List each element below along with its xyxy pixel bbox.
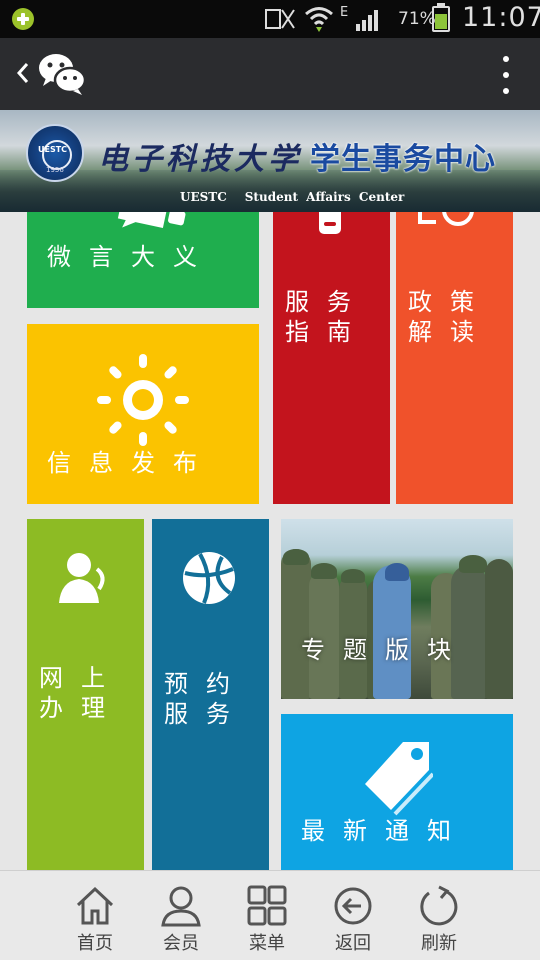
tile-label-line2: 解读: [408, 318, 492, 346]
bottom-nav: 首页 会员 菜单 返回 刷新: [0, 870, 540, 960]
tile-zhengce-jiedu[interactable]: 政策 解读: [396, 212, 513, 504]
signal-icon: [356, 10, 379, 31]
tile-yuyue-fuwu[interactable]: 预约 服务: [152, 519, 269, 871]
speech-bubble-icon: [117, 212, 186, 228]
tile-label: 最新通知: [301, 817, 469, 845]
tile-label-line2: 办理: [39, 694, 123, 722]
grid-menu-icon: [247, 885, 287, 926]
nav-label: 返回: [335, 933, 371, 954]
nav-refresh[interactable]: 刷新: [404, 871, 474, 960]
tile-label-line2: 指南: [285, 318, 369, 346]
more-vertical-icon[interactable]: [502, 56, 510, 94]
status-icons: E: [264, 4, 384, 34]
nav-label: 菜单: [249, 933, 285, 954]
uestc-banner: UESTC 1956 电子科技大学 学生事务中心 UESTC Student Af…: [0, 110, 540, 212]
tile-label: 微言大义: [47, 243, 215, 271]
nav-label: 首页: [77, 933, 113, 954]
nav-label: 会员: [163, 933, 199, 954]
tile-label: 信息发布: [47, 449, 215, 477]
basketball-icon: [183, 552, 235, 604]
user-icon: [161, 886, 201, 927]
university-name: 电子科技大学: [98, 142, 302, 177]
tile-xinxi-fabu[interactable]: 信息发布: [27, 324, 259, 504]
sun-icon: [97, 354, 189, 446]
tile-label-line1: 政策: [408, 288, 492, 316]
wifi-icon: [305, 7, 333, 32]
tile-label-line1: 网上: [39, 664, 123, 692]
network-type: E: [340, 4, 349, 20]
refresh-icon: [420, 885, 458, 926]
nav-home[interactable]: 首页: [60, 871, 130, 960]
nav-member[interactable]: 会员: [146, 871, 216, 960]
no-sim-icon: [265, 9, 295, 29]
tile-label-line2: 服务: [164, 700, 248, 728]
tile-label: 专题版块: [301, 636, 469, 664]
back-chevron-icon[interactable]: [12, 58, 34, 88]
document-icon: [319, 212, 341, 234]
tile-weiyan-dayi[interactable]: 微言大义: [27, 212, 259, 308]
contact-phone-icon: [59, 553, 105, 603]
tile-label-line1: 预约: [164, 670, 248, 698]
nav-label: 刷新: [421, 933, 457, 954]
tile-wangshang-banli[interactable]: 网上 办理: [27, 519, 144, 871]
tile-label-line1: 服务: [285, 288, 369, 316]
wechat-logo-icon[interactable]: [38, 52, 86, 96]
status-clock: 11:07: [462, 2, 540, 33]
university-emblem-icon: UESTC 1956: [26, 124, 84, 182]
price-tag-icon: [365, 742, 433, 816]
nav-back[interactable]: 返回: [318, 871, 388, 960]
tile-fuwu-zhinan[interactable]: 服务 指南: [273, 212, 390, 504]
wechat-header: [0, 38, 540, 110]
status-bar: E 71% 11:07: [0, 0, 540, 38]
app-badge-icon: [12, 8, 34, 30]
policy-icon: [418, 212, 474, 226]
home-icon: [76, 886, 114, 925]
battery-percent: 71%: [398, 9, 436, 29]
military-training-photo: [281, 519, 513, 699]
battery-icon: [432, 3, 450, 32]
tile-zhuanti-bankuai[interactable]: 专题版块: [281, 519, 513, 699]
back-circle-icon: [334, 887, 372, 925]
tile-zuixin-tongzhi[interactable]: 最新通知: [281, 714, 513, 871]
banner-english: UESTC Student Affairs Center: [180, 190, 405, 204]
nav-menu[interactable]: 菜单: [232, 871, 302, 960]
center-name: 学生事务中心: [310, 142, 496, 177]
